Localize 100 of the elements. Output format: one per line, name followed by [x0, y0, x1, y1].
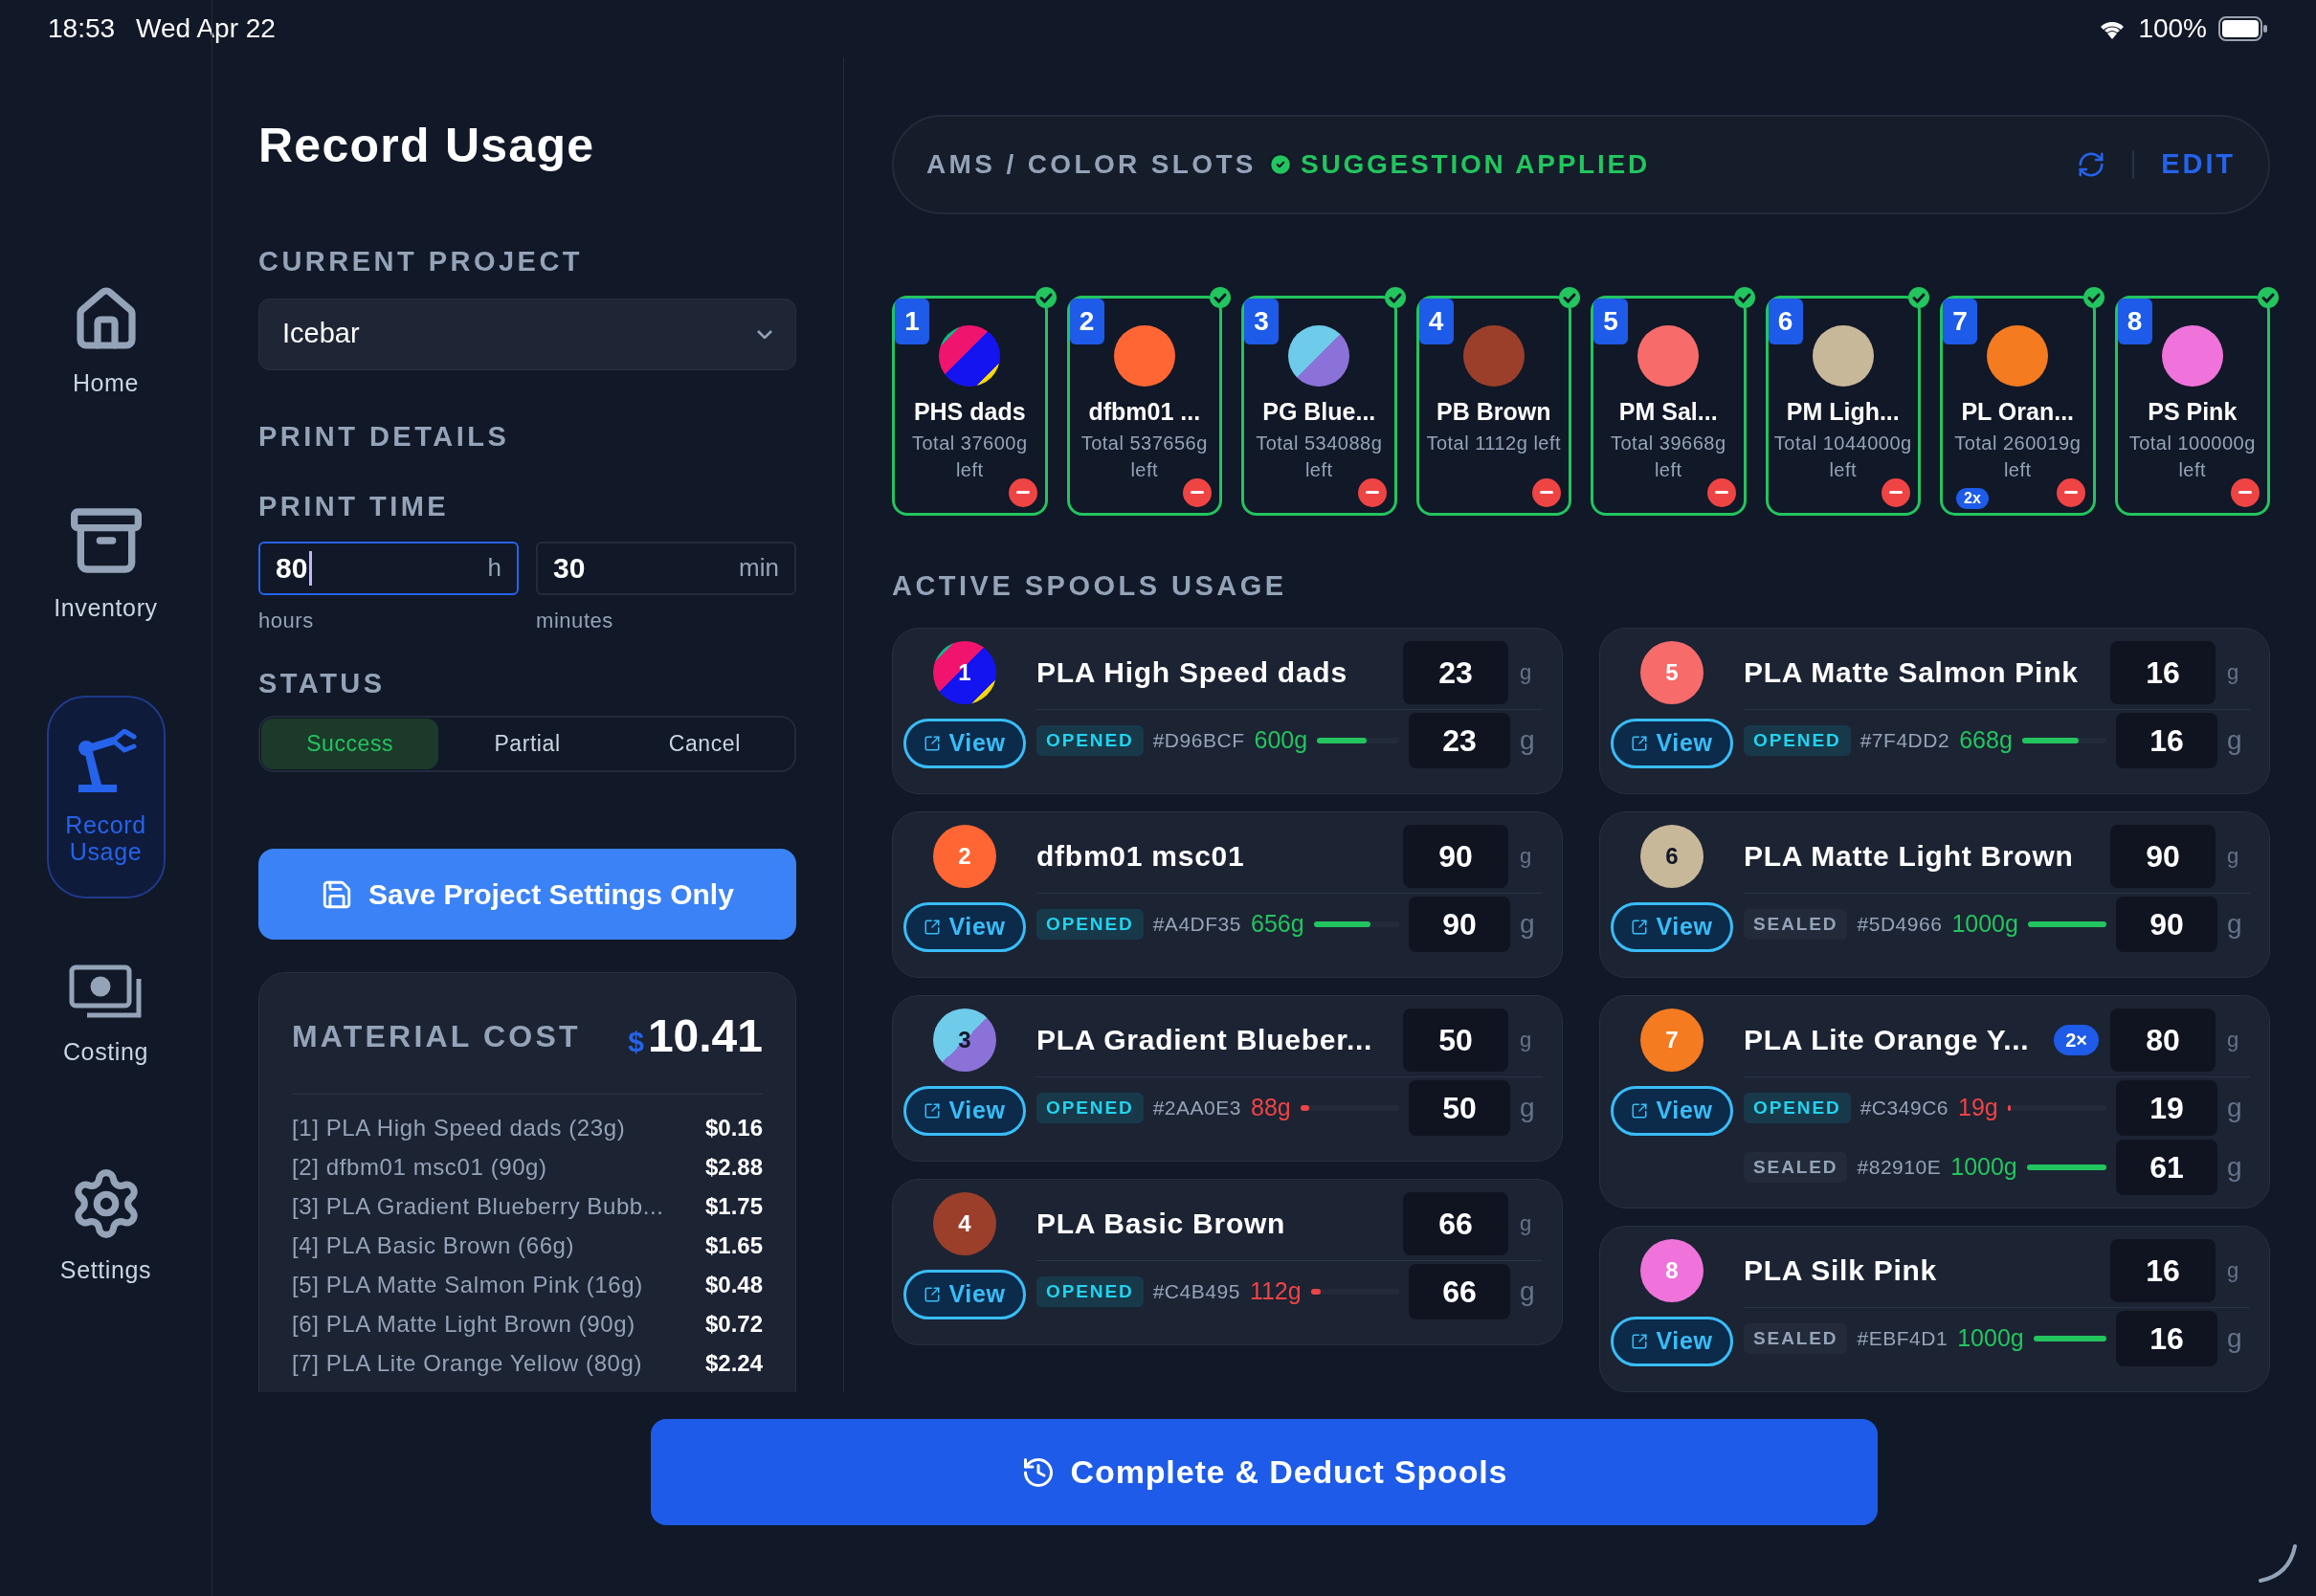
quantity-field[interactable]: 16 [2116, 1311, 2217, 1366]
slot-card[interactable]: 8 PS Pink Total 100000g left [2114, 295, 2270, 516]
external-link-icon [924, 1286, 942, 1303]
quantity-field[interactable]: 90 [1409, 897, 1510, 952]
quantity-field[interactable]: 61 [2116, 1140, 2217, 1195]
unit-label: g [2227, 1027, 2240, 1053]
slot-card[interactable]: 4 PB Brown Total 1112g left [1415, 295, 1571, 516]
project-select[interactable]: Icebar [258, 298, 796, 370]
slot-swatch: 5 [1640, 641, 1704, 704]
spool-status: OPENED [1744, 1093, 1851, 1123]
time-field[interactable]: 30 min [536, 541, 796, 595]
slot-card[interactable]: 5 PM Sal... Total 39668g left [1591, 295, 1747, 516]
battery-icon [2218, 16, 2268, 41]
slot-number: 4 [1418, 298, 1454, 344]
view-button[interactable]: View [1611, 719, 1733, 768]
slot-name: PG Blue... [1262, 396, 1376, 427]
nav-item[interactable]: Home [19, 277, 192, 404]
quantity-field[interactable]: 23 [1403, 640, 1508, 704]
status-option[interactable]: Success [261, 719, 439, 769]
quantity-field[interactable]: 50 [1403, 1008, 1508, 1072]
section-label: ACTIVE SPOOLS USAGE [892, 568, 1288, 603]
slot-total: Total 534088g left [1255, 432, 1384, 482]
quantity-field[interactable]: 16 [2110, 1238, 2216, 1302]
slot-name: dfbm01 ... [1088, 396, 1201, 427]
remove-button[interactable] [1357, 477, 1387, 507]
spool-status: OPENED [1036, 1093, 1144, 1123]
nav-item[interactable]: Settings [19, 1159, 192, 1291]
remaining-weight: 600g [1254, 725, 1308, 756]
quantity-field[interactable]: 19 [2116, 1080, 2217, 1136]
view-button[interactable]: View [903, 1270, 1026, 1319]
cost-label: MATERIAL COST [292, 1018, 581, 1055]
check-circle-icon [1034, 285, 1058, 309]
view-button[interactable]: View [903, 1086, 1026, 1136]
slot-name: PM Sal... [1618, 396, 1718, 427]
slot-number: 7 [1943, 298, 1977, 344]
view-button[interactable]: View [903, 902, 1026, 952]
spool-name: PLA Gradient Blueber... [1036, 1023, 1374, 1057]
quantity-field[interactable]: 16 [2116, 713, 2217, 768]
quantity-field[interactable]: 66 [1409, 1264, 1510, 1319]
unit-label: g [2227, 843, 2240, 870]
complete-button[interactable]: Complete & Deduct Spools [651, 1419, 1878, 1525]
remove-button[interactable] [1008, 477, 1037, 507]
view-button[interactable]: View [1611, 1086, 1733, 1136]
spool-name: PLA High Speed dads [1036, 655, 1348, 690]
slot-total: Total 1044000g left [1772, 432, 1913, 482]
slot-number: 5 [1593, 298, 1628, 344]
field-caption: minutes [536, 607, 614, 634]
slot-swatch: 1 [933, 641, 996, 704]
remove-button[interactable] [2231, 477, 2260, 507]
remove-button[interactable] [1532, 477, 1561, 507]
slot-swatch: 7 [1640, 1009, 1704, 1072]
quantity-field[interactable]: 90 [2110, 824, 2216, 888]
external-link-icon [924, 919, 942, 936]
quantity-field[interactable]: 16 [2110, 640, 2216, 704]
view-button[interactable]: View [1611, 902, 1733, 952]
quantity-field[interactable]: 90 [2116, 897, 2217, 952]
view-button[interactable]: View [903, 719, 1026, 768]
view-button[interactable]: View [1611, 1317, 1733, 1366]
slot-card[interactable]: 3 PG Blue... Total 534088g left [1241, 295, 1397, 516]
slot-number: 3 [1244, 298, 1279, 344]
time-field[interactable]: 80 h [258, 541, 519, 595]
spool-status: OPENED [1744, 725, 1851, 756]
quantity-field[interactable]: 23 [1409, 713, 1510, 768]
cost-amount: $2.24 [704, 1349, 763, 1378]
quantity-field[interactable]: 66 [1403, 1191, 1508, 1255]
quantity-field[interactable]: 90 [1403, 824, 1508, 888]
section-label: PRINT DETAILS [258, 419, 511, 454]
remove-button[interactable] [1882, 477, 1910, 507]
external-link-icon [1631, 735, 1649, 752]
remove-button[interactable] [1183, 477, 1212, 507]
slot-card[interactable]: 2 dfbm01 ... Total 537656g left [1066, 295, 1222, 516]
slot-name: PS Pink [2148, 396, 2238, 427]
nav-item[interactable]: Inventory [19, 495, 192, 629]
minus-icon [1191, 491, 1204, 494]
spool-status: OPENED [1036, 725, 1144, 756]
corner-curve-icon [2259, 1544, 2297, 1583]
slot-card[interactable]: 6 PM Ligh... Total 1044000g left [1765, 295, 1921, 516]
spool-hex: #7F4DD2 [1859, 728, 1950, 754]
external-link-icon [1631, 1102, 1649, 1119]
save-button[interactable]: Save Project Settings Only [258, 849, 796, 940]
status-option[interactable]: Partial [438, 719, 616, 769]
slot-count-badge: 2x [1956, 487, 1989, 509]
cost-total: $10.41 [628, 1009, 763, 1063]
status-date: Wed Apr 22 [136, 12, 276, 45]
unit-label: g [1520, 724, 1536, 757]
unit-label: g [2227, 1092, 2243, 1124]
spool-status: OPENED [1036, 1276, 1144, 1307]
nav-item[interactable]: Costing [19, 956, 192, 1073]
slot-card[interactable]: 7 PL Oran... Total 260019g left 2x [1940, 295, 2096, 516]
quantity-field[interactable]: 80 [2110, 1008, 2216, 1072]
status-option[interactable]: Cancel [615, 719, 793, 769]
spool-name: PLA Matte Salmon Pink [1744, 655, 2080, 690]
remove-button[interactable] [2056, 477, 2085, 507]
slot-card[interactable]: 1 PHS dads Total 37600g left [892, 295, 1048, 516]
quantity-field[interactable]: 50 [1409, 1080, 1510, 1136]
slot-total: Total 37600g left [910, 432, 1029, 482]
check-circle-icon [2082, 285, 2105, 309]
check-circle-icon [1558, 285, 1581, 309]
cost-item: [1] PLA High Speed dads (23g) [292, 1114, 626, 1142]
remove-button[interactable] [1706, 477, 1736, 507]
